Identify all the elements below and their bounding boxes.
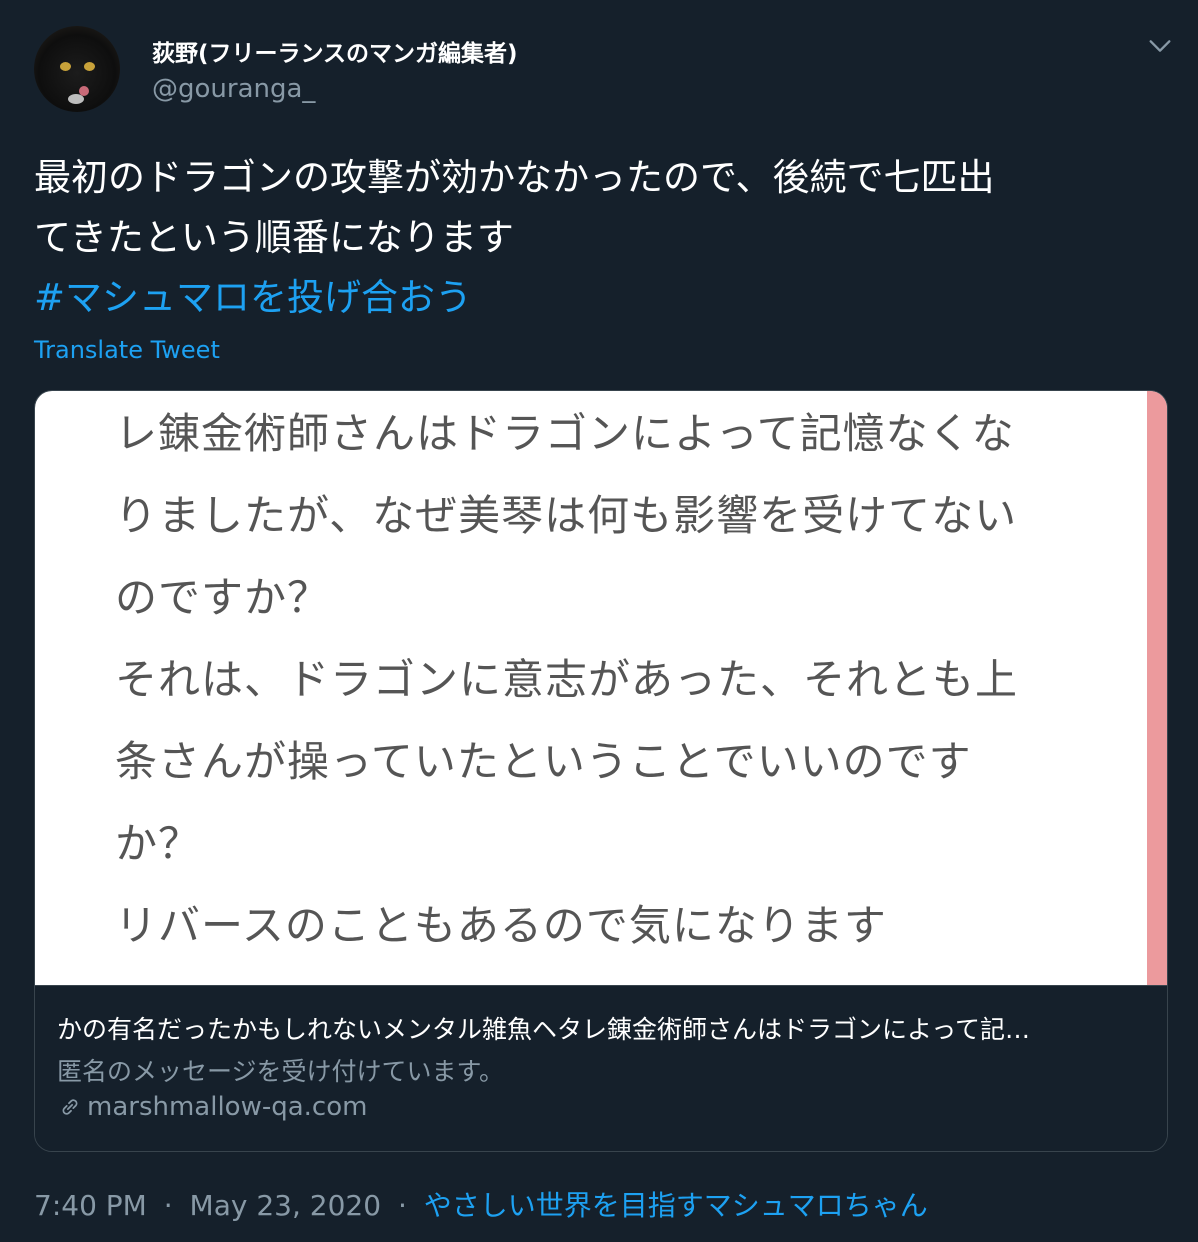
avatar-eye xyxy=(84,62,95,71)
tweet-text-line: 最初のドラゴンの攻撃が効かなかったので、後続で七匹出 xyxy=(34,156,995,199)
tweet-date[interactable]: May 23, 2020 xyxy=(190,1189,381,1222)
card-image-line: か？ xyxy=(115,819,202,868)
tweet-footer: 7:40 PM · May 23, 2020 · やさしい世界を目指すマシュマロ… xyxy=(34,1184,928,1224)
card-domain-text: marshmallow-qa.com xyxy=(87,1092,368,1122)
link-icon xyxy=(62,1099,78,1115)
chevron-down-icon[interactable] xyxy=(1146,32,1174,60)
separator: · xyxy=(163,1189,173,1222)
card-domain: marshmallow-qa.com xyxy=(57,1092,367,1122)
tweet-text-line: てきたという順番になります xyxy=(34,216,514,259)
avatar-tongue xyxy=(79,86,89,96)
card-image-line: りましたが、なぜ美琴は何も影響を受けてない xyxy=(115,491,1018,540)
avatar-eye xyxy=(60,62,71,71)
tweet-time[interactable]: 7:40 PM xyxy=(34,1189,147,1222)
card-image-line: リバースのこともあるので気になります xyxy=(115,901,887,950)
card-meta: かの有名だったかもしれないメンタル雑魚ヘタレ錬金術師さんはドラゴンによって記… … xyxy=(35,985,1167,1151)
card-image: レ錬金術師さんはドラゴンによって記憶なくな りましたが、なぜ美琴は何も影響を受け… xyxy=(35,391,1167,985)
hashtag-link[interactable]: #マシュマロを投げ合おう xyxy=(34,268,1164,328)
card-description: 匿名のメッセージを受け付けています。 xyxy=(57,1057,505,1086)
tweet-header: 荻野(フリーランスのマンガ編集者) @gouranga_ xyxy=(34,26,1174,118)
card-image-text: レ錬金術師さんはドラゴンによって記憶なくな りましたが、なぜ美琴は何も影響を受け… xyxy=(115,393,1105,967)
card-image-line: 条さんが操っていたということでいいのです xyxy=(115,737,972,786)
user-handle[interactable]: @gouranga_ xyxy=(152,74,315,104)
card-image-line: のですか？ xyxy=(115,573,331,622)
link-card[interactable]: レ錬金術師さんはドラゴンによって記憶なくな りましたが、なぜ美琴は何も影響を受け… xyxy=(34,390,1168,1152)
display-name[interactable]: 荻野(フリーランスのマンガ編集者) xyxy=(152,34,518,68)
tweet-source-link[interactable]: やさしい世界を目指すマシュマロちゃん xyxy=(424,1189,928,1222)
card-image-line: それは、ドラゴンに意志があった、それとも上 xyxy=(115,655,1019,704)
translate-tweet-link[interactable]: Translate Tweet xyxy=(34,336,220,364)
card-title: かの有名だったかもしれないメンタル雑魚ヘタレ錬金術師さんはドラゴンによって記… xyxy=(57,1015,1031,1044)
avatar[interactable] xyxy=(34,26,120,112)
separator: · xyxy=(397,1189,407,1222)
card-accent-bar xyxy=(1147,391,1167,985)
tweet-text: 最初のドラゴンの攻撃が効かなかったので、後続で七匹出 てきたという順番になります… xyxy=(34,148,1164,328)
card-image-line: レ錬金術師さんはドラゴンによって記憶なくな xyxy=(115,409,1015,458)
